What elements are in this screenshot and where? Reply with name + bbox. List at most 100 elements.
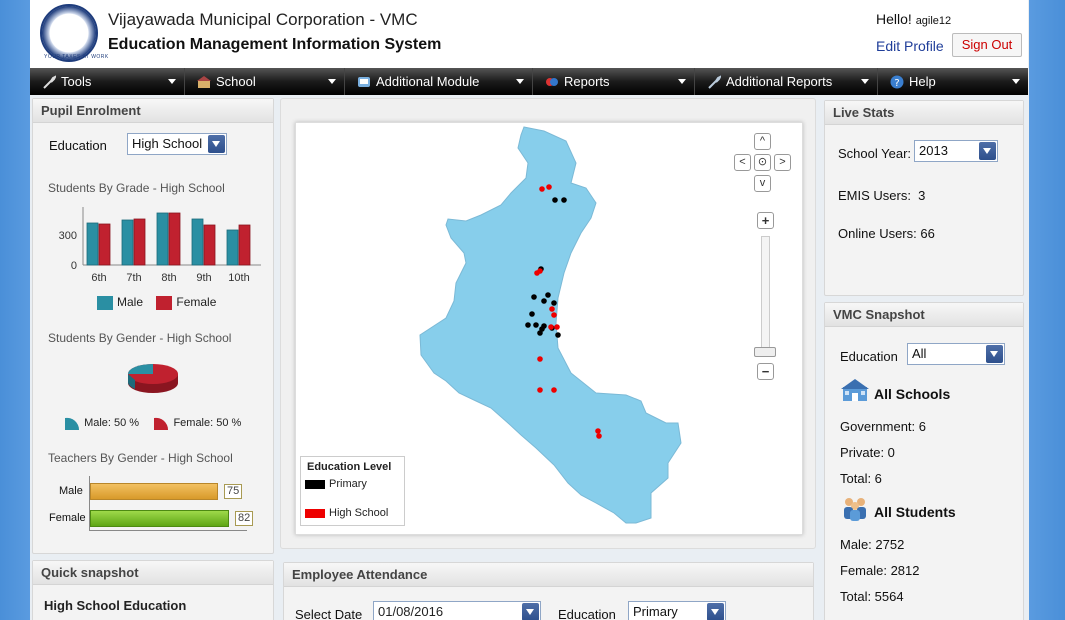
primary-school-marker[interactable] bbox=[555, 332, 561, 338]
wrench-icon bbox=[43, 74, 56, 89]
male-pie-legend-icon bbox=[65, 417, 80, 430]
greeting: Hello! agile12 bbox=[876, 11, 951, 27]
students-by-grade-chart: 0 300 6th 7th 8th 9th 10th bbox=[59, 207, 261, 284]
reports-icon bbox=[546, 77, 558, 86]
teacher-male-value: 75 bbox=[224, 484, 243, 499]
chevron-down-icon[interactable] bbox=[986, 345, 1003, 363]
legend-female-label: Female bbox=[176, 295, 217, 309]
svg-text:?: ? bbox=[894, 78, 899, 89]
school-building-icon bbox=[841, 379, 869, 401]
high-school-marker[interactable] bbox=[551, 387, 557, 393]
high-school-marker[interactable] bbox=[554, 324, 560, 330]
username: agile12 bbox=[915, 15, 952, 27]
primary-school-marker[interactable] bbox=[537, 330, 543, 336]
header: YOUR TAXES AT WORK Vijayawada Municipal … bbox=[30, 0, 1028, 68]
school-year-value: 2013 bbox=[919, 143, 948, 158]
primary-school-marker[interactable] bbox=[541, 298, 547, 304]
menu-tools[interactable]: Tools bbox=[30, 68, 185, 95]
high-school-marker[interactable] bbox=[548, 324, 554, 330]
menu-additional-module-label: Additional Module bbox=[376, 74, 480, 89]
legend-male-swatch bbox=[97, 295, 113, 310]
bar-male-6th bbox=[86, 222, 99, 266]
high-school-marker[interactable] bbox=[549, 306, 555, 312]
edit-profile-link[interactable]: Edit Profile bbox=[876, 38, 944, 54]
high-school-marker[interactable] bbox=[551, 312, 557, 318]
calendar-dropdown-icon[interactable] bbox=[522, 603, 539, 620]
primary-school-marker[interactable] bbox=[533, 322, 539, 328]
attendance-education-select[interactable]: Primary bbox=[628, 601, 726, 620]
menu-additional-module[interactable]: Additional Module bbox=[345, 68, 533, 95]
live-stats-panel: Live Stats School Year: 2013 EMIS Users:… bbox=[824, 100, 1024, 296]
snapshot-education-select[interactable]: All bbox=[907, 343, 1005, 365]
zoom-slider-track[interactable] bbox=[761, 236, 770, 352]
x-tick-label: 8th bbox=[161, 272, 176, 284]
school-year-select[interactable]: 2013 bbox=[914, 140, 998, 162]
pan-left-button[interactable]: < bbox=[734, 154, 751, 171]
legend-primary-label: Primary bbox=[329, 478, 367, 490]
vmc-snapshot-panel: VMC Snapshot Education All All Schools G… bbox=[824, 302, 1024, 620]
pan-right-button[interactable]: > bbox=[774, 154, 791, 171]
total-students: Total: 5564 bbox=[840, 589, 904, 604]
bar-male-7th bbox=[121, 219, 134, 266]
primary-school-marker[interactable] bbox=[531, 294, 537, 300]
snapshot-education-value: All bbox=[912, 346, 927, 361]
education-select[interactable]: High School bbox=[127, 133, 227, 155]
female-students: Female: 2812 bbox=[840, 563, 920, 578]
gender-legend: Male: 50 % Female: 50 % bbox=[65, 416, 241, 430]
module-icon bbox=[358, 76, 370, 87]
employee-attendance-panel: Employee Attendance Select Date 01/08/20… bbox=[283, 562, 814, 620]
map-legend: Education Level Primary High School bbox=[300, 456, 405, 526]
sign-out-button[interactable]: Sign Out bbox=[952, 33, 1022, 57]
x-tick-label: 9th bbox=[196, 272, 211, 284]
vmc-snapshot-title: VMC Snapshot bbox=[825, 303, 1023, 327]
high-school-marker[interactable] bbox=[539, 186, 545, 192]
primary-school-marker[interactable] bbox=[551, 300, 557, 306]
quick-snapshot-subtitle: High School Education bbox=[44, 598, 187, 613]
employee-attendance-title: Employee Attendance bbox=[284, 563, 813, 587]
chevron-down-icon[interactable] bbox=[208, 135, 225, 153]
org-title: Vijayawada Municipal Corporation - VMC bbox=[108, 10, 418, 29]
teacher-axis-bottom bbox=[89, 530, 247, 531]
pan-down-button[interactable]: v bbox=[754, 175, 771, 192]
high-school-marker[interactable] bbox=[537, 387, 543, 393]
students-by-gender-pie bbox=[128, 364, 178, 393]
menu-additional-reports[interactable]: Additional Reports bbox=[695, 68, 878, 95]
legend-high-school-label: High School bbox=[329, 507, 389, 519]
pan-up-button[interactable]: ^ bbox=[754, 133, 771, 150]
menu-school-label: School bbox=[216, 74, 256, 89]
date-input[interactable]: 01/08/2016 bbox=[373, 601, 541, 620]
zoom-in-button[interactable]: + bbox=[757, 212, 774, 229]
bar-male-9th bbox=[191, 218, 204, 266]
y-tick-label: 0 bbox=[71, 260, 77, 272]
chevron-down-icon[interactable] bbox=[979, 142, 996, 160]
female-pie-legend-icon bbox=[154, 417, 169, 430]
x-tick-label: 10th bbox=[228, 272, 249, 284]
primary-swatch bbox=[305, 480, 325, 489]
chevron-down-icon[interactable] bbox=[707, 603, 724, 620]
menu-help[interactable]: ? Help bbox=[878, 68, 1028, 95]
zoom-slider-handle[interactable] bbox=[754, 347, 776, 357]
bar-female-10th bbox=[238, 224, 251, 266]
gender-chart-title: Students By Gender - High School bbox=[48, 331, 232, 345]
high-school-marker[interactable] bbox=[546, 184, 552, 190]
menu-school[interactable]: School bbox=[185, 68, 345, 95]
primary-school-marker[interactable] bbox=[545, 292, 551, 298]
zoom-out-button[interactable]: − bbox=[757, 363, 774, 380]
y-tick-label: 300 bbox=[59, 230, 77, 242]
primary-school-marker[interactable] bbox=[525, 322, 531, 328]
primary-school-marker[interactable] bbox=[561, 197, 567, 203]
menu-reports[interactable]: Reports bbox=[533, 68, 695, 95]
map-canvas[interactable]: ^ < ⊙ > v + − Education Level Primary Hi… bbox=[295, 122, 803, 535]
primary-school-marker[interactable] bbox=[529, 311, 535, 317]
high-school-marker[interactable] bbox=[596, 433, 602, 439]
attendance-education-value: Primary bbox=[633, 604, 678, 619]
grade-legend: Male Female bbox=[97, 295, 216, 310]
recenter-button[interactable]: ⊙ bbox=[754, 154, 771, 171]
high-school-marker[interactable] bbox=[537, 356, 543, 362]
male-students: Male: 2752 bbox=[840, 537, 905, 552]
bar-male-8th bbox=[156, 212, 169, 266]
high-school-marker[interactable] bbox=[595, 428, 601, 434]
high-school-marker[interactable] bbox=[534, 270, 540, 276]
all-students-heading: All Students bbox=[874, 504, 956, 520]
primary-school-marker[interactable] bbox=[552, 197, 558, 203]
